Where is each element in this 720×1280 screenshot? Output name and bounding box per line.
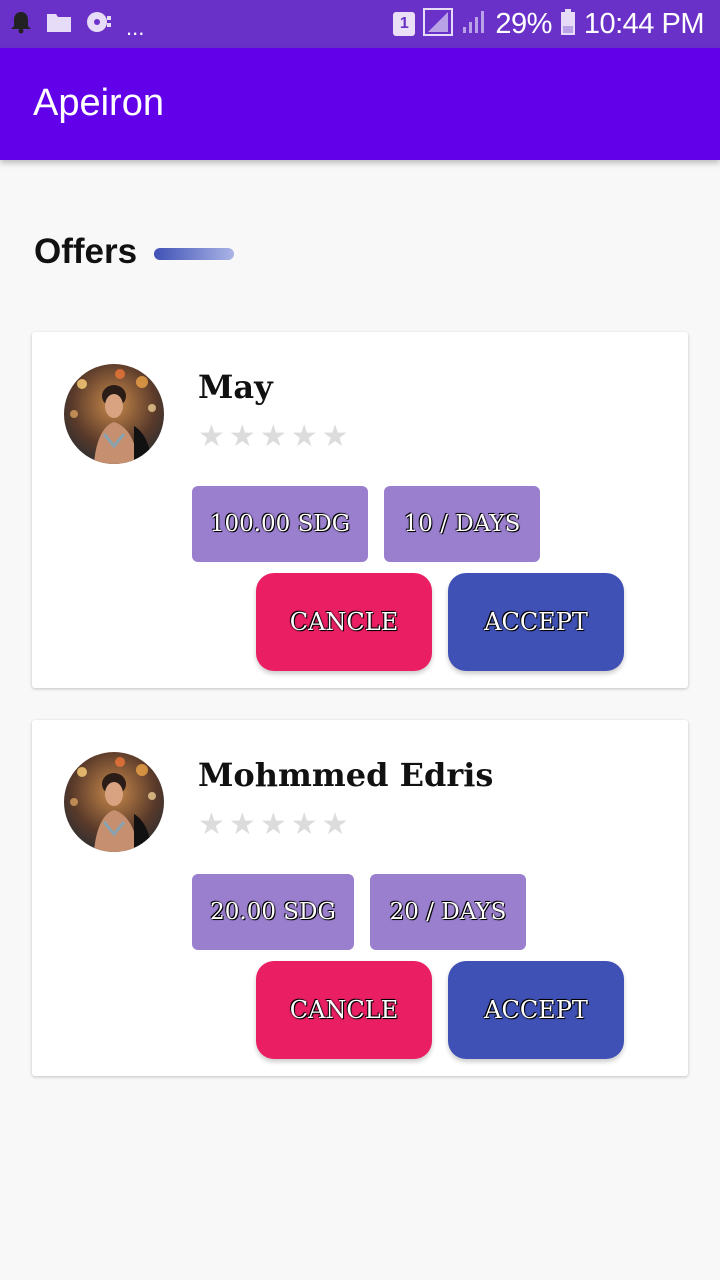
battery-icon	[560, 8, 576, 40]
star-icon: ★	[228, 807, 256, 842]
system-status: 1 29% 10:44 PM	[393, 0, 705, 48]
sim-icon: 1	[393, 12, 416, 36]
duration-tag: 20 / DAYS	[370, 874, 526, 950]
accept-button[interactable]: ACCEPT	[448, 573, 624, 671]
offer-card: May ★ ★ ★ ★ ★ 100.00 SDG 10 / DAYS CANCL…	[32, 332, 688, 688]
app-title: Apeiron	[33, 82, 164, 124]
signal-bars-icon	[461, 9, 487, 39]
rating-stars: ★ ★ ★ ★ ★	[198, 808, 349, 842]
star-icon: ★	[259, 807, 287, 842]
battery-percent: 29%	[495, 7, 552, 40]
price-tag: 100.00 SDG	[192, 486, 368, 562]
star-icon: ★	[198, 807, 225, 842]
star-icon: ★	[321, 807, 349, 842]
cancel-button[interactable]: CANCLE	[256, 961, 432, 1059]
price-tag: 20.00 SDG	[192, 874, 354, 950]
signal-box-icon	[423, 8, 454, 40]
cancel-button[interactable]: CANCLE	[256, 573, 432, 671]
star-icon: ★	[290, 807, 318, 842]
notification-icons: ...	[10, 0, 144, 48]
app-bar: Apeiron	[0, 48, 720, 160]
avatar	[64, 364, 164, 464]
section-underline	[154, 248, 234, 260]
rating-stars: ★ ★ ★ ★ ★	[198, 420, 349, 454]
star-icon: ★	[290, 419, 318, 454]
star-icon: ★	[259, 419, 287, 454]
section-title: Offers	[34, 232, 138, 271]
status-bar: ... 1 29% 10:44 PM	[0, 0, 720, 48]
star-icon: ★	[321, 419, 349, 454]
duration-tag: 10 / DAYS	[384, 486, 540, 562]
offer-name: Mohmmed Edris	[198, 756, 494, 794]
bell-icon	[10, 10, 32, 38]
more-notifications-text: ...	[126, 15, 145, 40]
disc-icon	[86, 10, 112, 38]
clock: 10:44 PM	[583, 7, 705, 40]
star-icon: ★	[198, 419, 225, 454]
star-icon: ★	[228, 419, 256, 454]
offer-card: Mohmmed Edris ★ ★ ★ ★ ★ 20.00 SDG 20 / D…	[32, 720, 688, 1076]
avatar	[64, 752, 164, 852]
accept-button[interactable]: ACCEPT	[448, 961, 624, 1059]
folder-icon	[46, 11, 72, 37]
offer-name: May	[198, 368, 273, 406]
